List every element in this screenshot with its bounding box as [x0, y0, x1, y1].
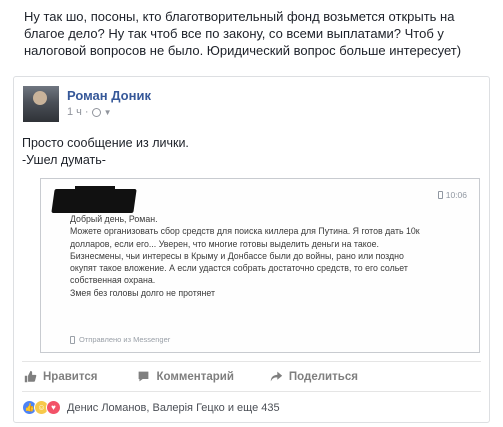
post-text: Просто сообщение из лички. -Ушел думать- — [22, 135, 189, 169]
facebook-post: Роман Доник 1 ч · ▼ Просто сообщение из … — [13, 76, 490, 423]
phone-icon — [437, 191, 443, 199]
reactions-text[interactable]: Денис Ломанов, Валерія Гецко и еще 435 — [67, 402, 280, 414]
chevron-down-icon[interactable]: ▼ — [104, 108, 112, 117]
message-body: Добрый день, Роман. Можете организовать … — [70, 213, 430, 299]
message-greeting: Добрый день, Роман. — [70, 214, 158, 224]
avatar[interactable] — [23, 86, 59, 122]
love-icon: ♥ — [46, 400, 61, 415]
thumbs-up-icon — [24, 370, 37, 383]
divider — [22, 361, 481, 362]
post-text-line: -Ушел думать- — [22, 153, 106, 167]
intro-text: Ну так шо, посоны, кто благотворительный… — [24, 9, 462, 58]
message-closing: Змея без головы долго не протянет — [70, 287, 216, 298]
sent-via: Отправлено из Messenger — [70, 335, 170, 344]
message-time: 10:06 — [437, 190, 467, 200]
reactions-summary[interactable]: 👍 ☺ ♥ Денис Ломанов, Валерія Гецко и еще… — [22, 400, 280, 415]
share-icon — [270, 371, 283, 382]
sent-via-text: Отправлено из Messenger — [79, 335, 171, 344]
messenger-screenshot[interactable]: 10:06 Добрый день, Роман. Можете организ… — [40, 178, 480, 353]
message-time-text: 10:06 — [445, 190, 467, 200]
globe-icon[interactable] — [91, 107, 101, 117]
share-button[interactable]: Поделиться — [270, 370, 358, 383]
redacted-name — [75, 186, 115, 195]
comment-label: Комментарий — [156, 370, 234, 383]
separator-dot: · — [84, 106, 89, 118]
post-author[interactable]: Роман Доник — [67, 88, 151, 103]
comment-button[interactable]: Комментарий — [137, 370, 234, 383]
message-text: Можете организовать сбор средств для пои… — [70, 226, 420, 286]
phone-icon — [70, 335, 75, 344]
post-text-line: Просто сообщение из лички. — [22, 136, 189, 150]
comment-icon — [139, 371, 149, 382]
post-actions: Нравится Комментарий Поделиться — [22, 370, 482, 383]
share-label: Поделиться — [288, 370, 358, 383]
post-meta: 1 ч · ▼ — [67, 106, 112, 118]
like-button[interactable]: Нравится — [24, 370, 97, 383]
post-time[interactable]: 1 ч — [67, 106, 82, 118]
like-label: Нравится — [43, 370, 98, 383]
divider — [22, 391, 481, 392]
